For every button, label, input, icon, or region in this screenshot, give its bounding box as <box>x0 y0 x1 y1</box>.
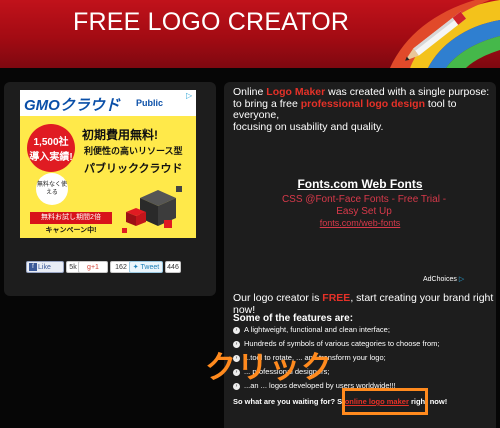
ad-product: パブリッククラウド <box>84 163 183 175</box>
gplus-label: +1 <box>90 264 99 271</box>
ad-trial-button[interactable]: 無料お試し期間2倍 <box>30 212 112 224</box>
gmo-cloud-ad[interactable]: GMOクラウド Public ▷ 1,500社 導入実績! 無料なく使える 初期… <box>20 90 196 238</box>
free-line-prefix: Our logo creator is <box>233 292 323 304</box>
facebook-like-button[interactable]: f Like <box>26 261 64 273</box>
ad-subline: 利便性の高いリソース型 <box>84 146 183 156</box>
tweet-label: Tweet <box>140 264 160 271</box>
adchoices-label: AdChoices <box>423 276 457 283</box>
tweet-widget: ✦ Tweet 446 <box>129 261 183 273</box>
ad-body: 1,500社 導入実績! 無料なく使える 初期費用無料! 利便性の高いリソース型… <box>20 116 196 238</box>
pencil-logo-icon <box>390 0 500 68</box>
gmo-public-label: Public <box>136 98 164 108</box>
ad-header: GMOクラウド Public ▷ <box>20 90 196 116</box>
ad-free-badge: 無料なく使える <box>36 173 68 205</box>
gplus-button[interactable]: g+1 <box>78 261 108 273</box>
intro-line2-prefix: to bring a free <box>233 97 301 110</box>
click-highlight-box <box>342 388 428 415</box>
facebook-icon: f <box>29 263 37 272</box>
free-highlight: FREE <box>322 292 351 304</box>
logo-design-link[interactable]: professional logo design <box>301 98 425 110</box>
ad-achievement-badge: 1,500社 導入実績! <box>27 124 75 172</box>
tweet-count: 446 <box>165 261 181 273</box>
twitter-bird-icon: ✦ <box>132 264 139 271</box>
page: FREE LOGO CREATOR GMOクラウド Public ▷ 1,500… <box>0 0 500 428</box>
click-annotation-label: クリック <box>205 350 333 385</box>
badge-line2: 導入実績! <box>29 152 73 163</box>
fonts-ad-title-link[interactable]: Fonts.com Web Fonts <box>240 177 480 191</box>
gmo-logo: GMOクラウド <box>24 97 120 114</box>
features-heading: Some of the features are: <box>233 313 354 324</box>
intro-paragraph: Online Logo Maker was created with a sin… <box>233 86 493 133</box>
adchoices-icon: ▷ <box>458 276 465 283</box>
like-label: Like <box>38 264 51 271</box>
cubes-illustration-icon <box>122 186 182 233</box>
ad-campaign-label: キャンペーン中! <box>45 227 97 234</box>
site-title[interactable]: FREE LOGO CREATOR <box>73 8 349 37</box>
cta-prefix: So what are you waiting for? St <box>233 397 345 406</box>
arrow-bullet-icon: › <box>233 326 240 334</box>
adchoices-mini-icon[interactable]: ▷ <box>186 92 194 100</box>
intro-middle: was created with a single purpose: <box>325 86 490 98</box>
feature-text: A lightweight, functional and clean inte… <box>244 325 390 334</box>
tweet-button[interactable]: ✦ Tweet <box>129 261 163 273</box>
intro-line3: focusing on usability and quality. <box>233 120 384 133</box>
facebook-like-widget: f Like 5k <box>26 261 82 273</box>
ad-headline: 初期費用無料! <box>82 128 158 142</box>
feature-item: › A lightweight, functional and clean int… <box>233 325 390 334</box>
fonts-ad-description: CSS @Font-Face Fonts - Free Trial - Easy… <box>281 194 447 217</box>
header-banner: FREE LOGO CREATOR <box>0 0 500 68</box>
adchoices-link[interactable]: AdChoices ▷ <box>423 275 464 283</box>
intro-prefix: Online <box>233 86 267 98</box>
gplus-widget: g+1 162 <box>78 261 134 273</box>
logo-maker-link[interactable]: Logo Maker <box>266 86 325 98</box>
badge-line1: 1,500社 <box>33 137 69 148</box>
fonts-ad-url-link[interactable]: fonts.com/web-fonts <box>240 218 480 228</box>
